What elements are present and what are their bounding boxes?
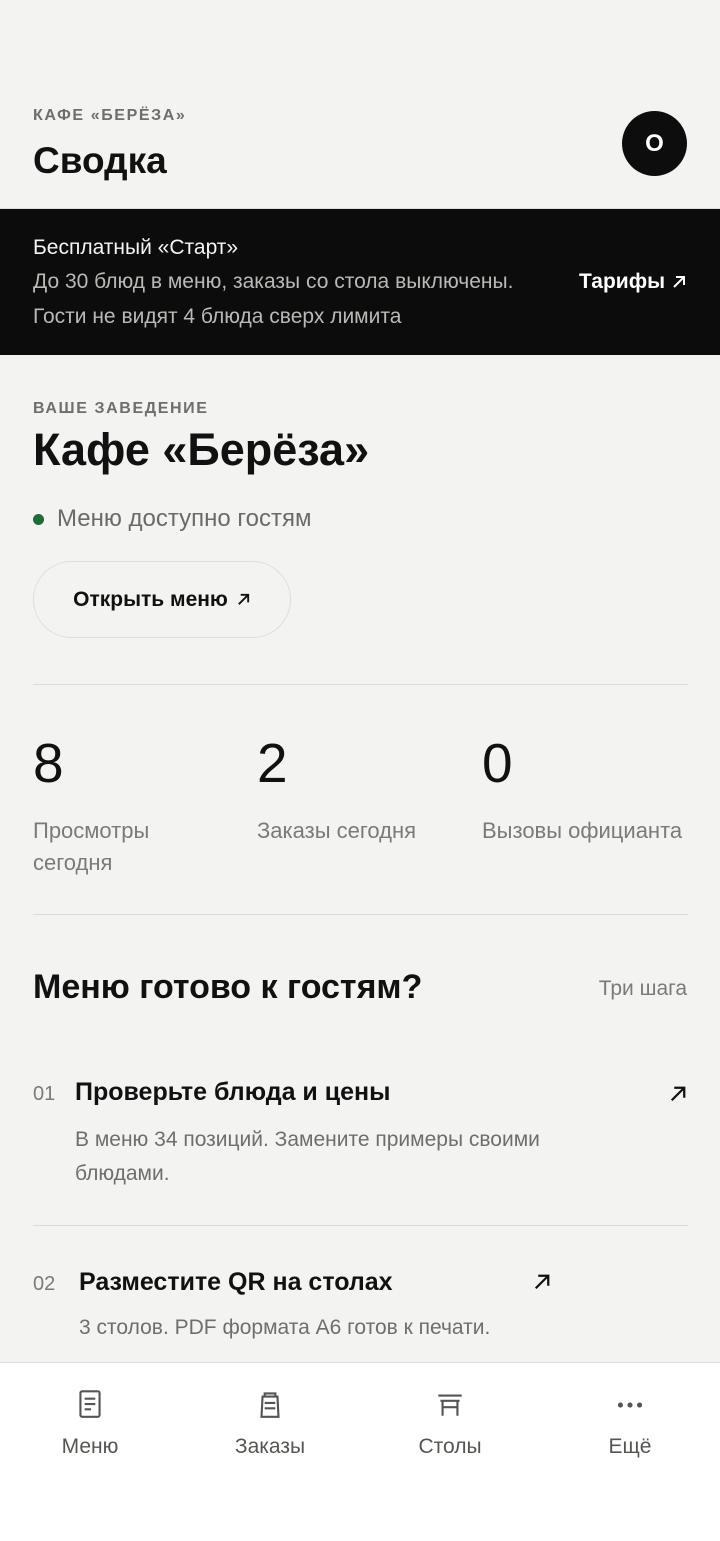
header: КАФЕ «БЕРЁЗА» Сводка О (0, 0, 720, 209)
tariffs-label: Тарифы (578, 270, 665, 293)
plan-banner: Бесплатный «Старт» До 30 блюд в меню, за… (0, 209, 720, 355)
cafe-eyebrow: КАФЕ «БЕРЁЗА» (33, 107, 187, 124)
stat-value: 0 (482, 732, 513, 794)
stat-waiter-calls: 0 Вызовы официанта (482, 730, 682, 847)
step-index: 01 (33, 1083, 56, 1105)
bottom-tab-bar: Меню Заказы Столы Ещё (0, 1362, 720, 1541)
steps-title: Меню готово к гостям? (33, 968, 423, 1006)
tab-label: Столы (418, 1435, 482, 1458)
step-description: В меню 34 позиций. Замените примеры свои… (75, 1123, 540, 1191)
open-menu-label: Открыть меню (73, 587, 228, 611)
table-icon (438, 1394, 462, 1416)
divider (33, 684, 688, 685)
step-check-dishes[interactable]: 01 Проверьте блюда и цены В меню 34 пози… (33, 1074, 688, 1204)
step-place-qr[interactable]: 02 Разместите QR на столах 3 столов. PDF… (33, 1264, 688, 1354)
avatar[interactable]: О (622, 111, 687, 176)
stat-label-line: Заказы сегодня (257, 818, 417, 843)
stat-views: 8 Просмотры сегодня (33, 730, 149, 879)
divider (33, 914, 688, 915)
tariffs-link[interactable]: Тарифы (579, 270, 687, 294)
stat-label-line: Просмотры (33, 818, 150, 843)
step-description-line: В меню 34 позиций. Замените примеры свои… (75, 1128, 540, 1151)
menu-document-icon (79, 1390, 101, 1418)
step-name: Разместите QR на столах (79, 1268, 393, 1296)
arrow-up-right-icon (673, 276, 685, 288)
stat-label: Вызовы официанта (482, 815, 682, 847)
stat-value: 8 (33, 732, 64, 794)
orders-bag-icon (260, 1392, 280, 1418)
step-description-line: 3 столов. PDF формата A6 готов к печати. (79, 1316, 491, 1339)
stat-orders: 2 Заказы сегодня (257, 730, 416, 847)
tab-label: Заказы (234, 1435, 306, 1458)
step-index: 02 (33, 1273, 56, 1295)
step-description: 3 столов. PDF формата A6 готов к печати. (79, 1311, 490, 1345)
step-name: Проверьте блюда и цены (75, 1078, 391, 1106)
tab-orders[interactable]: Заказы (180, 1363, 360, 1483)
tab-menu[interactable]: Меню (0, 1363, 180, 1483)
arrow-up-right-icon (534, 1274, 550, 1290)
plan-limit-text: До 30 блюд в меню, заказы со стола выклю… (33, 270, 514, 293)
tab-tables[interactable]: Столы (360, 1363, 540, 1483)
plan-hidden-text: Гости не видят 4 блюда сверх лимита (33, 305, 402, 328)
more-dots-icon (617, 1402, 643, 1408)
tab-label: Меню (61, 1435, 119, 1458)
steps-count: Три шага (598, 977, 687, 1000)
stat-label-line: Вызовы официанта (482, 818, 683, 843)
menu-status-text: Меню доступно гостям (57, 505, 312, 532)
page-title: Сводка (33, 140, 167, 181)
venue-eyebrow: ВАШЕ ЗАВЕДЕНИЕ (33, 400, 209, 417)
tab-label: Ещё (608, 1435, 652, 1458)
open-menu-button[interactable]: Открыть меню (33, 561, 291, 638)
divider (33, 1225, 688, 1226)
step-description-line: блюдами. (75, 1162, 170, 1185)
tab-more[interactable]: Ещё (540, 1363, 720, 1483)
stat-label: Заказы сегодня (257, 815, 416, 847)
status-dot-icon (33, 513, 44, 525)
arrow-up-right-icon (670, 1086, 686, 1102)
stat-label-line: сегодня (33, 850, 113, 875)
stat-value: 2 (257, 732, 288, 794)
venue-name: Кафе «Берёза» (33, 424, 370, 475)
plan-name: Бесплатный «Старт» (33, 236, 239, 259)
avatar-letter: О (645, 129, 664, 157)
stat-label: Просмотры сегодня (33, 815, 149, 879)
menu-status: Меню доступно гостям (33, 505, 311, 533)
arrow-up-right-icon (238, 593, 249, 605)
